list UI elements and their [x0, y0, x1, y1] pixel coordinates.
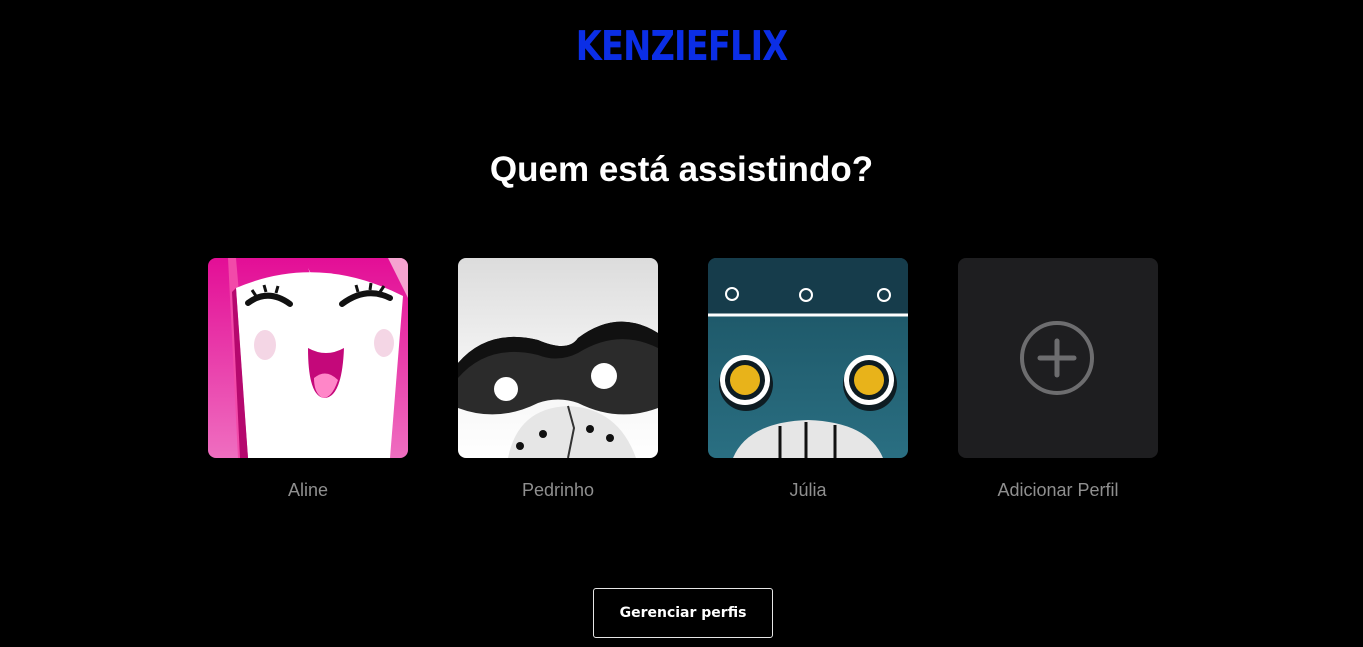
plus-circle-icon [1020, 321, 1094, 395]
brand-logo[interactable]: KENZIEFLIX [123, 20, 1241, 72]
manage-profiles-button[interactable]: Gerenciar perfis [593, 588, 773, 638]
profile-name[interactable]: Aline [168, 479, 448, 501]
masked-raccoon-face-icon [458, 258, 658, 458]
add-profile-card[interactable]: Adicionar Perfil [958, 258, 1158, 500]
profile-card-aline[interactable]: Aline [208, 258, 408, 500]
profile-card-julia[interactable]: Júlia [708, 258, 908, 500]
page-title: Quem está assistindo? [489, 150, 874, 189]
profile-name[interactable]: Pedrinho [418, 479, 698, 501]
teal-robot-face-icon [708, 258, 908, 458]
pink-smiling-face-icon [208, 258, 408, 458]
profile-name[interactable]: Júlia [668, 479, 948, 501]
profile-avatar[interactable] [208, 258, 408, 458]
add-profile-tile[interactable] [958, 258, 1158, 458]
profile-card-pedrinho[interactable]: Pedrinho [458, 258, 658, 500]
add-profile-label[interactable]: Adicionar Perfil [918, 479, 1198, 501]
profile-avatar[interactable] [708, 258, 908, 458]
profile-avatar[interactable] [458, 258, 658, 458]
